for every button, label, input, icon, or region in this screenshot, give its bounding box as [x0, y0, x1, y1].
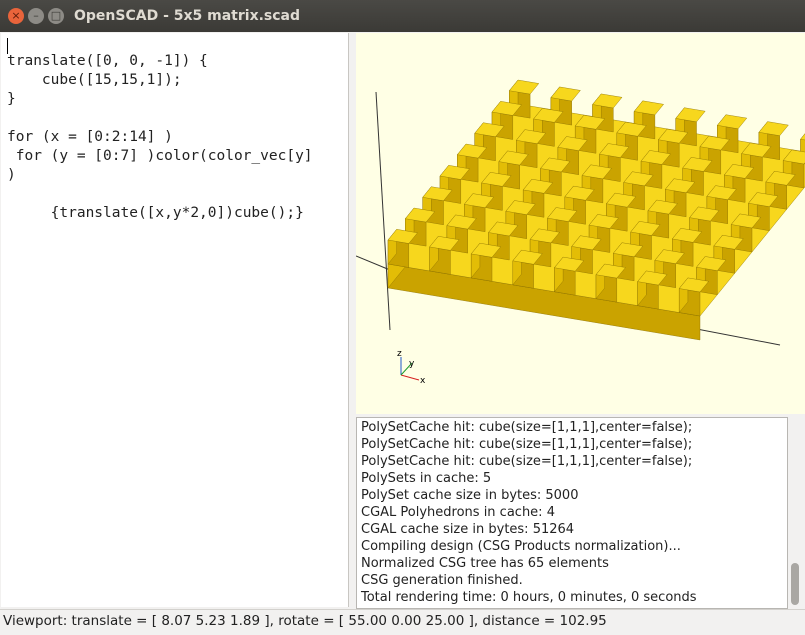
console-line: Compiling design (CSG Products normaliza…	[361, 538, 681, 555]
cube-matrix	[388, 80, 805, 340]
console-scrollbar[interactable]	[788, 417, 802, 607]
console-line: Total rendering time: 0 hours, 0 minutes…	[361, 589, 697, 606]
status-bar: Viewport: translate = [ 8.07 5.23 1.89 ]…	[0, 609, 805, 635]
3d-viewport[interactable]: z y x	[356, 33, 805, 414]
window-title: OpenSCAD - 5x5 matrix.scad	[74, 0, 300, 32]
console-line: CSG generation finished.	[361, 572, 523, 589]
console-line: CGAL cache size in bytes: 51264	[361, 521, 574, 538]
rendered-model: z y x	[356, 33, 805, 414]
console-line: PolySetCache hit: cube(size=[1,1,1],cent…	[361, 453, 692, 470]
editor-viewport-splitter[interactable]	[349, 33, 355, 607]
console-output[interactable]: PolySetCache hit: cube(size=[1,1,1],cent…	[356, 417, 788, 609]
x-axis-label: x	[420, 376, 426, 386]
code-text[interactable]: translate([0, 0, -1]) { cube([15,15,1]);…	[7, 52, 313, 223]
y-axis-label: y	[409, 359, 415, 369]
title-bar[interactable]: × – □ OpenSCAD - 5x5 matrix.scad	[0, 0, 805, 32]
code-editor[interactable]: translate([0, 0, -1]) { cube([15,15,1]);…	[1, 33, 349, 607]
console-line: CGAL Polyhedrons in cache: 4	[361, 504, 555, 521]
maximize-window-button[interactable]: □	[48, 8, 64, 24]
z-axis-label: z	[397, 349, 402, 359]
viewport-status: Viewport: translate = [ 8.07 5.23 1.89 ]…	[3, 613, 607, 629]
console-line: Normalized CSG tree has 65 elements	[361, 555, 609, 572]
minimize-window-button[interactable]: –	[28, 8, 44, 24]
openscad-window: × – □ OpenSCAD - 5x5 matrix.scad transla…	[0, 0, 805, 634]
scrollbar-thumb[interactable]	[791, 563, 799, 605]
console-line: PolySets in cache: 5	[361, 470, 491, 487]
console-line: PolySet cache size in bytes: 5000	[361, 487, 578, 504]
console-line: PolySetCache hit: cube(size=[1,1,1],cent…	[361, 436, 692, 453]
axis-gizmo: z y x	[397, 349, 426, 386]
close-window-button[interactable]: ×	[8, 8, 24, 24]
console-line: PolySetCache hit: cube(size=[1,1,1],cent…	[361, 419, 692, 436]
